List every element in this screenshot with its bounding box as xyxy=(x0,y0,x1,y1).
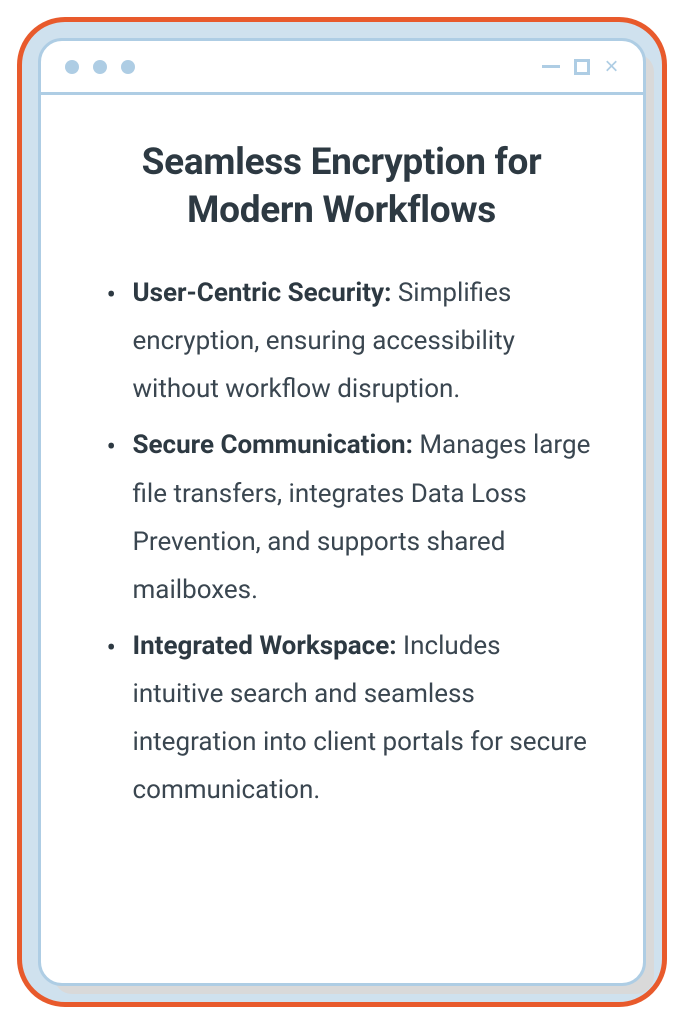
dot-icon xyxy=(93,60,107,74)
list-item: Secure Communication: Manages large file… xyxy=(113,421,595,613)
feature-label: Secure Communication: xyxy=(133,430,413,460)
feature-label: User-Centric Security: xyxy=(133,278,392,308)
minimize-icon[interactable] xyxy=(542,65,560,68)
dot-icon xyxy=(65,60,79,74)
maximize-icon[interactable] xyxy=(574,59,590,75)
window-controls: × xyxy=(542,55,618,79)
outer-frame: × Seamless Encryption for Modern Workflo… xyxy=(17,17,667,1007)
list-item: Integrated Workspace: Includes intuitive… xyxy=(113,622,595,814)
browser-window: × Seamless Encryption for Modern Workflo… xyxy=(38,38,646,986)
content-area: Seamless Encryption for Modern Workflows… xyxy=(41,95,643,862)
feature-label: Integrated Workspace: xyxy=(133,631,397,661)
close-icon[interactable]: × xyxy=(604,55,618,79)
list-item: User-Centric Security: Simplifies encryp… xyxy=(113,269,595,413)
page-title: Seamless Encryption for Modern Workflows xyxy=(89,139,595,235)
titlebar: × xyxy=(41,41,643,95)
feature-list: User-Centric Security: Simplifies encryp… xyxy=(89,269,595,814)
traffic-lights xyxy=(65,60,135,74)
dot-icon xyxy=(121,60,135,74)
